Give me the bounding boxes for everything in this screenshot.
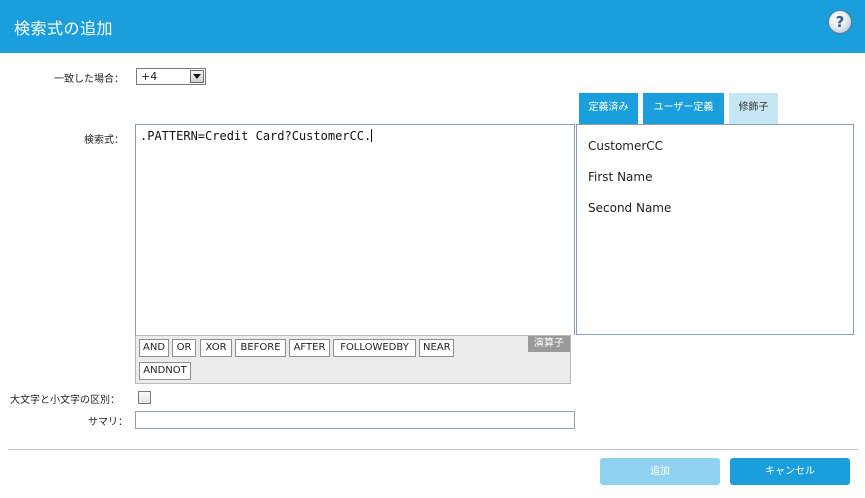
operator-after-button[interactable]: AFTER <box>289 339 330 357</box>
operator-before-button[interactable]: BEFORE <box>235 339 286 357</box>
summary-input[interactable] <box>135 411 575 429</box>
operator-xor-button[interactable]: XOR <box>200 339 232 357</box>
tab-user-defined[interactable]: ユーザー定義 <box>643 93 724 124</box>
summary-label: サマリ： <box>88 417 128 428</box>
help-icon[interactable]: ? <box>828 10 852 34</box>
case-sensitive-checkbox[interactable] <box>138 391 151 404</box>
match-label: 一致した場合： <box>54 74 124 85</box>
add-button[interactable]: 追加 <box>600 458 720 485</box>
field-item-first-name[interactable]: First Name <box>588 170 652 184</box>
operator-andnot-button[interactable]: ANDNOT <box>139 362 191 380</box>
field-list: CustomerCC First Name Second Name <box>576 124 854 335</box>
expression-text: .PATTERN=Credit Card?CustomerCC. <box>140 129 372 143</box>
operator-panel: 演算子 AND OR XOR BEFORE AFTER FOLLOWEDBY N… <box>135 335 571 384</box>
field-item-customercc[interactable]: CustomerCC <box>588 139 663 153</box>
operator-or-button[interactable]: OR <box>172 339 196 357</box>
tab-modifiers[interactable]: 修飾子 <box>729 93 778 124</box>
match-select-value: +4 <box>141 70 158 83</box>
field-item-second-name[interactable]: Second Name <box>588 201 671 215</box>
dialog-title: 検索式の追加 <box>14 19 114 38</box>
expression-editor[interactable]: .PATTERN=Credit Card?CustomerCC. <box>135 124 575 335</box>
footer-divider <box>8 449 858 450</box>
text-caret <box>371 129 373 142</box>
chevron-down-icon[interactable] <box>190 70 204 83</box>
expression-text-line: .PATTERN=Credit Card?CustomerCC. <box>140 129 373 143</box>
cancel-button[interactable]: キャンセル <box>730 458 850 485</box>
operator-and-button[interactable]: AND <box>139 339 169 357</box>
help-icon-glyph: ? <box>835 12 845 31</box>
case-sensitive-label: 大文字と小文字の区別： <box>10 395 120 406</box>
operator-near-button[interactable]: NEAR <box>419 339 454 357</box>
operator-followedby-button[interactable]: FOLLOWEDBY <box>333 339 416 357</box>
expression-label: 検索式： <box>84 135 124 146</box>
title-bar: 検索式の追加 ? <box>0 0 865 53</box>
operator-panel-tag: 演算子 <box>528 336 570 352</box>
match-select[interactable]: +4 <box>136 68 206 85</box>
tab-predefined[interactable]: 定義済み <box>579 93 638 124</box>
